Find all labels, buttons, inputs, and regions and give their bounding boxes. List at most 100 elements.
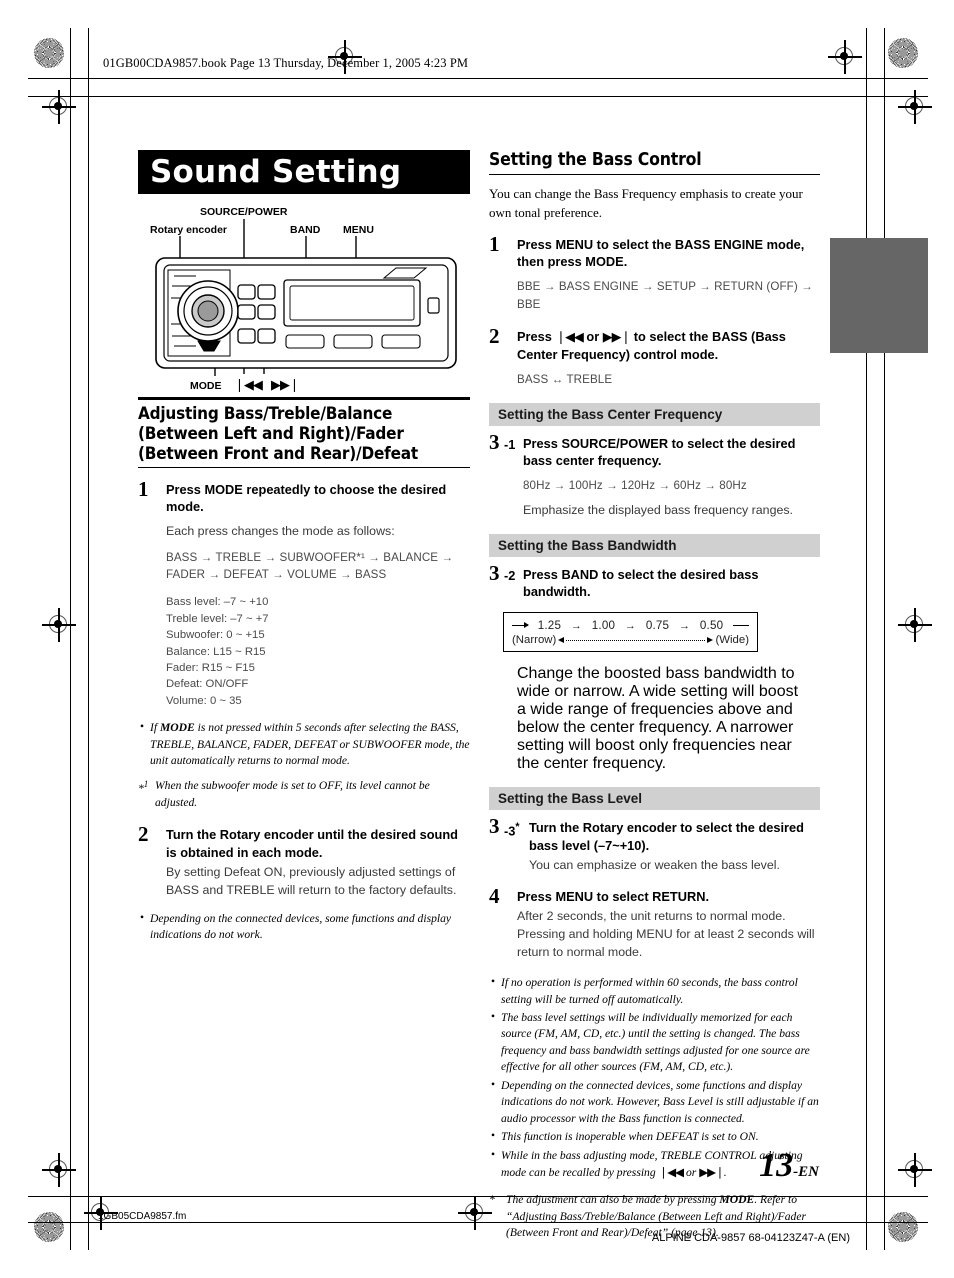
step-title-pre: Turn the: [529, 820, 583, 836]
key-band: BAND: [561, 566, 599, 582]
chapter-title: Sound Setting: [150, 153, 402, 190]
step-number: 3: [489, 429, 500, 454]
note-item: The bass level settings will be individu…: [489, 1009, 820, 1076]
note-pre: While in the bass adjusting mode, TREBLE…: [501, 1148, 803, 1180]
step-title-post: to select RETURN.: [593, 888, 710, 904]
note-item: If MODE is not pressed within 5 seconds …: [138, 719, 470, 769]
registration-mark-top-right: [828, 40, 862, 74]
color-rosette-mark: [34, 38, 64, 68]
step-title: Press BAND to select the desired bass ba…: [523, 566, 820, 601]
chapter-banner: Sound Setting: [138, 150, 470, 194]
bandwidth-value: 0.50: [699, 619, 724, 633]
step-title-pre: Press: [523, 435, 562, 451]
step-number: 4: [489, 883, 500, 908]
bandwidth-left-label: (Narrow): [512, 634, 557, 647]
step-title-pre: Press: [517, 236, 556, 252]
step-body: You can emphasize or weaken the bass lev…: [529, 857, 780, 872]
step-title: Press SOURCE/POWER to select the desired…: [523, 435, 820, 470]
subsection-bass-bandwidth: Setting the Bass Bandwidth: [489, 533, 820, 557]
running-header: 01GB00CDA9857.book Page 13 Thursday, Dec…: [103, 56, 469, 70]
crop-line-right-inner: [866, 28, 867, 1250]
registration-mark-bottom-right: [898, 1153, 932, 1187]
crop-line-left-inner: [88, 28, 89, 1250]
intro-paragraph: You can change the Bass Frequency emphas…: [489, 185, 803, 221]
step-number-suffix: -2: [504, 567, 516, 583]
bandwidth-explanation: Change the boosted bass bandwidth to wid…: [517, 665, 799, 773]
step-title-pre: Turn the: [166, 827, 220, 843]
crop-line-top-outer: [28, 78, 928, 79]
key-mode: MODE: [204, 482, 243, 498]
left-notes-list: If MODE is not pressed within 5 seconds …: [138, 719, 470, 769]
step-title-pre: Press: [166, 482, 205, 498]
step-1-left: 1 Press MODE repeatedly to choose the de…: [138, 477, 470, 709]
note-item: If no operation is performed within 60 s…: [489, 974, 820, 1008]
margin-thumb-tab: [830, 238, 928, 353]
arrow-icon: →: [570, 619, 583, 632]
key-next-track-icon: ▶▶❘: [602, 329, 631, 345]
prev-track-icon: ❘◀◀: [658, 1165, 685, 1180]
step-1-right: 1 Press MENU to select the BASS ENGINE m…: [489, 232, 820, 313]
step-3-2: 3 -2 Press BAND to select the desired ba…: [489, 561, 820, 601]
step-number: 2: [138, 822, 149, 847]
bandwidth-lead-in-arrow: [512, 622, 529, 629]
body-pre: Pressing and holding: [517, 927, 637, 942]
key-mode: MODE: [585, 253, 624, 269]
step-title-pre: Press: [517, 328, 556, 344]
key-rotary-encoder: Rotary encoder: [582, 820, 677, 836]
level-item: Bass level: –7 ~ +10: [166, 596, 269, 609]
note-pre: If: [150, 721, 160, 735]
page-number-value: 13: [759, 1147, 794, 1184]
level-item: Treble level: –7 ~ +7: [166, 612, 269, 625]
head-unit-drawing: [155, 219, 457, 376]
step-title: Press MENU to select RETURN.: [517, 888, 820, 905]
key-menu: MENU: [555, 236, 594, 252]
crop-line-top-inner: [28, 96, 928, 97]
step-2-left: 2 Turn the Rotary encoder until the desi…: [138, 822, 470, 900]
footnote-marker: *1: [138, 779, 149, 796]
frequency-chain: 80Hz → 100Hz → 120Hz → 60Hz → 80Hz: [523, 479, 747, 493]
step-title: Press ❘◀◀ or ▶▶❘ to select the BASS (Bas…: [517, 328, 820, 364]
crop-line-left-outer: [70, 28, 71, 1250]
color-rosette-mark-bottom-left: [34, 1212, 64, 1242]
step-number: 1: [489, 231, 500, 256]
bandwidth-dotted-arrow: [558, 636, 714, 644]
level-item: Balance: L15 ~ R15: [166, 645, 266, 658]
step-number: 3: [489, 560, 500, 585]
note-post: is not pressed within 5 seconds after se…: [150, 721, 470, 767]
bandwidth-right-label: (Wide): [715, 634, 749, 647]
key-mode: MODE: [719, 1193, 755, 1207]
step-title-pre: Press: [517, 888, 556, 904]
step-body: Emphasize the displayed bass frequency r…: [523, 502, 793, 517]
note-item: This function is inoperable when DEFEAT …: [489, 1128, 820, 1145]
step-title: Press MENU to select the BASS ENGINE mod…: [517, 236, 820, 271]
arrow-icon: →: [678, 619, 691, 632]
step-title: Turn the Rotary encoder to select the de…: [529, 819, 820, 854]
bandwidth-scale-row: (Narrow) (Wide): [512, 634, 749, 646]
left-column: Sound Setting SOURCE/POWER Rotary encode…: [138, 150, 470, 946]
bandwidth-value: 1.00: [591, 619, 616, 633]
mode-chain: BASS → TREBLE → SUBWOOFER*¹ → BALANCE → …: [166, 550, 454, 582]
footnote-pre: The adjustment can also be made by press…: [506, 1193, 720, 1207]
note-mid: or: [683, 1166, 700, 1180]
step-body-line2: Pressing and holding MENU for at least 2…: [517, 926, 820, 962]
key-mode-note: MODE: [159, 721, 195, 735]
level-item: Subwoofer: 0 ~ +15: [166, 629, 265, 642]
level-item: Fader: R15 ~ F15: [166, 661, 255, 674]
page-number-suffix: -EN: [793, 1164, 819, 1180]
step-body: Each press changes the mode as follows:: [166, 523, 395, 538]
manual-page: 01GB00CDA9857.book Page 13 Thursday, Dec…: [0, 0, 954, 1278]
step-number-suffix: -1: [504, 436, 516, 452]
next-track-icon: ▶▶❘: [699, 1165, 725, 1180]
key-menu: MENU: [555, 888, 594, 904]
registration-mark-right-middle: [898, 608, 932, 642]
crop-line-right-outer: [884, 28, 885, 1250]
step-number-suffix: -3*: [504, 821, 520, 838]
key-prev-track-icon: ❘◀◀: [555, 329, 583, 345]
section-heading-adjusting: Adjusting Bass/Treble/Balance (Between L…: [138, 397, 470, 469]
step-title-mid: or: [582, 328, 603, 344]
arrow-right-icon: [707, 636, 714, 643]
left-notes-list-2: Depending on the connected devices, some…: [138, 910, 470, 944]
footnote-marker: *: [489, 1193, 495, 1207]
suffix-text: -3: [504, 823, 516, 839]
step-number: 1: [138, 477, 149, 502]
